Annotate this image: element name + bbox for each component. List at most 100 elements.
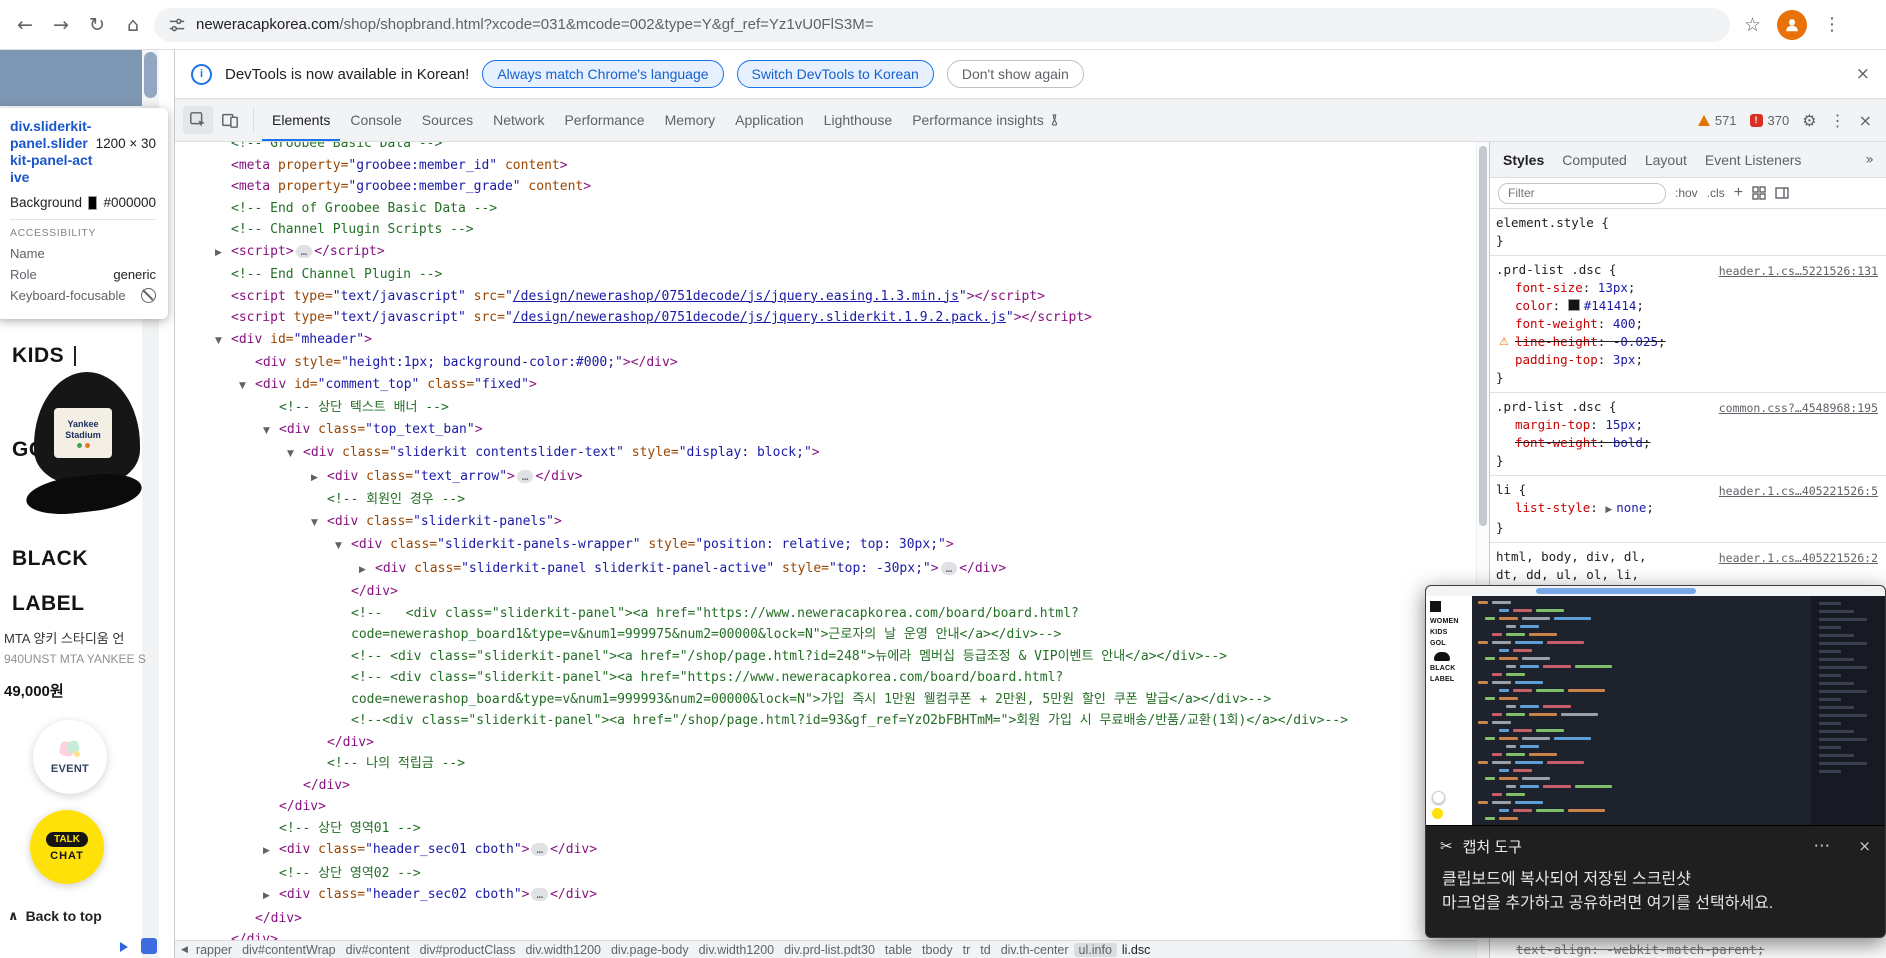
code-line[interactable]: <!-- Groobee Basic Data --> [175,142,1476,155]
switch-devtools-korean-button[interactable]: Switch DevTools to Korean [736,60,934,88]
elements-scrollbar-thumb[interactable] [1479,146,1487,526]
tab-lighthouse[interactable]: Lighthouse [814,99,903,141]
dont-show-again-button[interactable]: Don't show again [946,60,1084,88]
nav-item-black[interactable]: BLACK [12,547,88,571]
tab-console[interactable]: Console [340,99,411,141]
code-line[interactable]: ▶ <div class="header_sec02 cboth">… </div> [175,884,1476,908]
crumbs-scroll-left-icon[interactable]: ◀ [178,945,191,955]
tab-sources[interactable]: Sources [412,99,483,141]
breadcrumb-item[interactable]: div#contentWrap [237,943,341,957]
expand-arrow-icon[interactable]: ▼ [215,331,231,353]
css-declaration[interactable]: font-size: 13px; [1496,279,1880,297]
home-icon[interactable]: ⌂ [118,10,148,40]
expand-arrow-icon[interactable]: ▼ [311,513,327,535]
code-line[interactable]: </div> [175,581,1476,603]
talk-chat-badge[interactable]: TALK CHAT [30,810,104,884]
code-line[interactable]: ▼ <div class="top_text_ban"> [175,419,1476,443]
settings-gear-icon[interactable]: ⚙ [1802,111,1816,130]
breadcrumb-item[interactable]: div#content [341,943,415,957]
tab-application[interactable]: Application [725,99,814,141]
always-match-language-button[interactable]: Always match Chrome's language [482,60,724,88]
tune-icon[interactable] [168,16,186,34]
tab-network[interactable]: Network [483,99,554,141]
toast-more-icon[interactable]: ⋯ [1813,836,1830,856]
css-declaration[interactable]: ⚠ line-height: -0.025; [1496,333,1880,351]
code-line[interactable]: <!-- <div class="sliderkit-panel"><a hre… [175,603,1476,625]
code-line[interactable]: <!--<div class="sliderkit-panel"><a href… [175,710,1476,732]
styles-tab-layout[interactable]: Layout [1636,152,1696,168]
nav-item-label[interactable]: LABEL [12,592,85,616]
new-style-rule-icon[interactable]: + [1734,184,1743,202]
address-bar[interactable]: neweracapkorea.com/shop/shopbrand.html?x… [154,7,1730,42]
more-tabs-icon[interactable]: » [1857,152,1882,168]
code-line[interactable]: </div> [175,796,1476,818]
code-line[interactable]: <!-- 상단 영역01 --> [175,818,1476,840]
capture-toast-body[interactable]: 클립보드에 복사되어 저장된 스크린샷 마크업을 추가하고 공유하려면 여기를 … [1426,866,1885,918]
css-declaration[interactable]: color: #141414; [1496,297,1880,315]
browser-menu-icon[interactable]: ⋮ [1823,14,1841,35]
collapsed-content-ellipsis[interactable]: … [531,888,549,901]
breadcrumb-item[interactable]: table [880,943,917,957]
warning-counter[interactable]: 571 [1697,113,1737,128]
breadcrumb-item[interactable]: td [975,943,995,957]
breadcrumb-item[interactable]: div.th-center [996,943,1074,957]
code-line[interactable]: ▼ <div class="sliderkit-panels-wrapper" s… [175,534,1476,558]
style-rule[interactable]: element.style {} [1490,209,1886,256]
stylesheet-link[interactable]: header.1.cs…5221526:131 [1714,262,1878,280]
css-declaration[interactable]: list-style: ▶ none; [1496,499,1880,519]
nav-item-kids[interactable]: KIDS [12,344,77,368]
computed-panel-icon[interactable] [1775,186,1789,200]
styles-tab-styles[interactable]: Styles [1494,152,1553,168]
inspect-element-icon[interactable] [183,106,213,134]
code-line[interactable]: <!-- 상단 텍스트 배너 --> [175,397,1476,419]
code-line[interactable]: ▶ <script>… </script> [175,241,1476,265]
code-line[interactable]: <!-- 회원인 경우 --> [175,489,1476,511]
tab-elements[interactable]: Elements [262,99,340,141]
breadcrumb-item[interactable]: div.page-body [606,943,694,957]
devtools-menu-icon[interactable]: ⋮ [1830,111,1846,130]
code-line[interactable]: <script type="text/javascript" src="/des… [175,286,1476,308]
breadcrumb-item[interactable]: tr [958,943,976,957]
code-line[interactable]: ▶ <div class="text_arrow">… </div> [175,466,1476,490]
toast-close-icon[interactable]: × [1858,837,1871,855]
profile-avatar[interactable] [1777,9,1808,40]
styles-tab-computed[interactable]: Computed [1553,152,1636,168]
breadcrumb-item[interactable]: li.dsc [1117,943,1155,957]
stylesheet-link[interactable]: common.css?…4548968:195 [1714,399,1878,417]
code-line[interactable]: ▶ <div class="header_sec01 cboth">… </div> [175,839,1476,863]
css-declaration[interactable]: font-weight: 400; [1496,315,1880,333]
code-line[interactable]: <!-- <div class="sliderkit-panel"><a hre… [175,667,1476,689]
expand-arrow-icon[interactable]: ▼ [239,376,255,398]
code-line[interactable]: <!-- 상단 영역02 --> [175,863,1476,885]
breadcrumb-item[interactable]: div.prd-list.pdt30 [779,943,880,957]
color-swatch[interactable] [1567,299,1580,311]
collapsed-content-ellipsis[interactable]: … [940,561,958,575]
code-line[interactable]: <!-- End of Groobee Basic Data --> [175,198,1476,220]
code-line[interactable]: <!-- End Channel Plugin --> [175,264,1476,286]
infobar-close-icon[interactable]: × [1856,64,1870,84]
style-rule[interactable]: li {header.1.cs…405221526:5 list-style: ▶… [1490,476,1886,543]
event-badge[interactable]: EVENT [33,720,107,794]
code-line[interactable]: ▼ <div id="comment_top" class="fixed"> [175,374,1476,398]
code-line[interactable]: <div style="height:1px; background-color… [175,352,1476,374]
code-line[interactable]: ▼ <div id="mheader"> [175,329,1476,353]
code-line[interactable]: </div> [175,732,1476,754]
toggle-class-button[interactable]: .cls [1707,186,1725,200]
stylesheet-link[interactable]: header.1.cs…405221526:5 [1714,482,1878,500]
back-icon[interactable]: ← [10,10,40,40]
devtools-close-icon[interactable]: × [1859,111,1872,130]
reload-icon[interactable]: ↻ [82,10,112,40]
code-line[interactable]: </div> [175,908,1476,930]
code-line[interactable]: ▶ <div class="sliderkit-panel sliderkit-p… [175,558,1476,582]
code-line[interactable]: </div> [175,775,1476,797]
collapsed-content-ellipsis[interactable]: … [531,843,549,856]
style-rule[interactable]: .prd-list .dsc {common.css?…4548968:195 m… [1490,393,1886,476]
product-cap-image[interactable]: Yankee Stadium [24,366,150,538]
styles-filter-input[interactable] [1498,182,1666,204]
grid-overlay-icon[interactable] [1752,186,1766,200]
tab-performance[interactable]: Performance [554,99,654,141]
forward-icon[interactable]: → [46,10,76,40]
breadcrumb-item[interactable]: div.width1200 [520,943,606,957]
code-line[interactable]: <!-- 나의 적립금 --> [175,753,1476,775]
toggle-hover-state-button[interactable]: :hov [1675,186,1698,200]
